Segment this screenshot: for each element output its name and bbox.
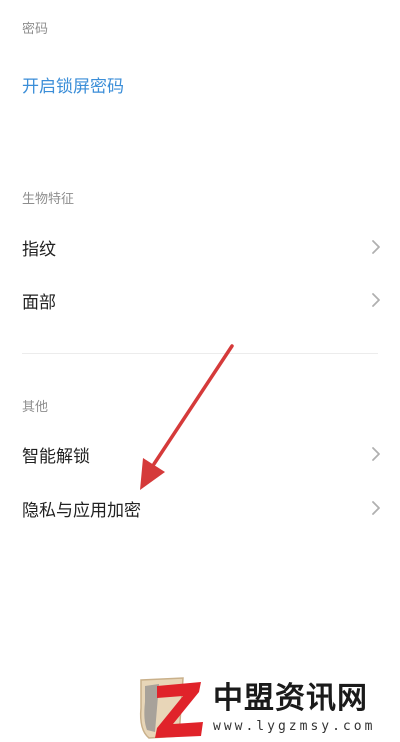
enable-lock-screen-password-link[interactable]: 开启锁屏密码 bbox=[22, 72, 124, 97]
shield-z-logo-icon bbox=[139, 677, 203, 739]
biometrics-section-header: 生物特征 bbox=[22, 192, 75, 207]
chevron-right-icon bbox=[372, 447, 380, 461]
privacy-app-encryption-row[interactable]: 隐私与应用加密 bbox=[0, 482, 400, 534]
smart-unlock-row[interactable]: 智能解锁 bbox=[0, 428, 400, 480]
site-watermark: 中盟资讯网 www.lygzmsy.com bbox=[135, 672, 397, 742]
chevron-right-icon bbox=[372, 293, 380, 307]
watermark-url: www.lygzmsy.com bbox=[213, 718, 376, 734]
password-section-header: 密码 bbox=[22, 22, 49, 37]
face-label: 面部 bbox=[22, 292, 56, 313]
fingerprint-row[interactable]: 指纹 bbox=[0, 221, 400, 273]
other-section-header: 其他 bbox=[22, 400, 49, 415]
privacy-app-encryption-label: 隐私与应用加密 bbox=[22, 500, 141, 521]
smart-unlock-label: 智能解锁 bbox=[22, 446, 90, 467]
watermark-site-name: 中盟资讯网 bbox=[213, 680, 368, 716]
section-divider bbox=[22, 353, 378, 354]
fingerprint-label: 指纹 bbox=[22, 239, 56, 260]
annotation-arrow bbox=[140, 344, 234, 490]
chevron-right-icon bbox=[372, 501, 380, 515]
chevron-right-icon bbox=[372, 240, 380, 254]
face-row[interactable]: 面部 bbox=[0, 274, 400, 326]
